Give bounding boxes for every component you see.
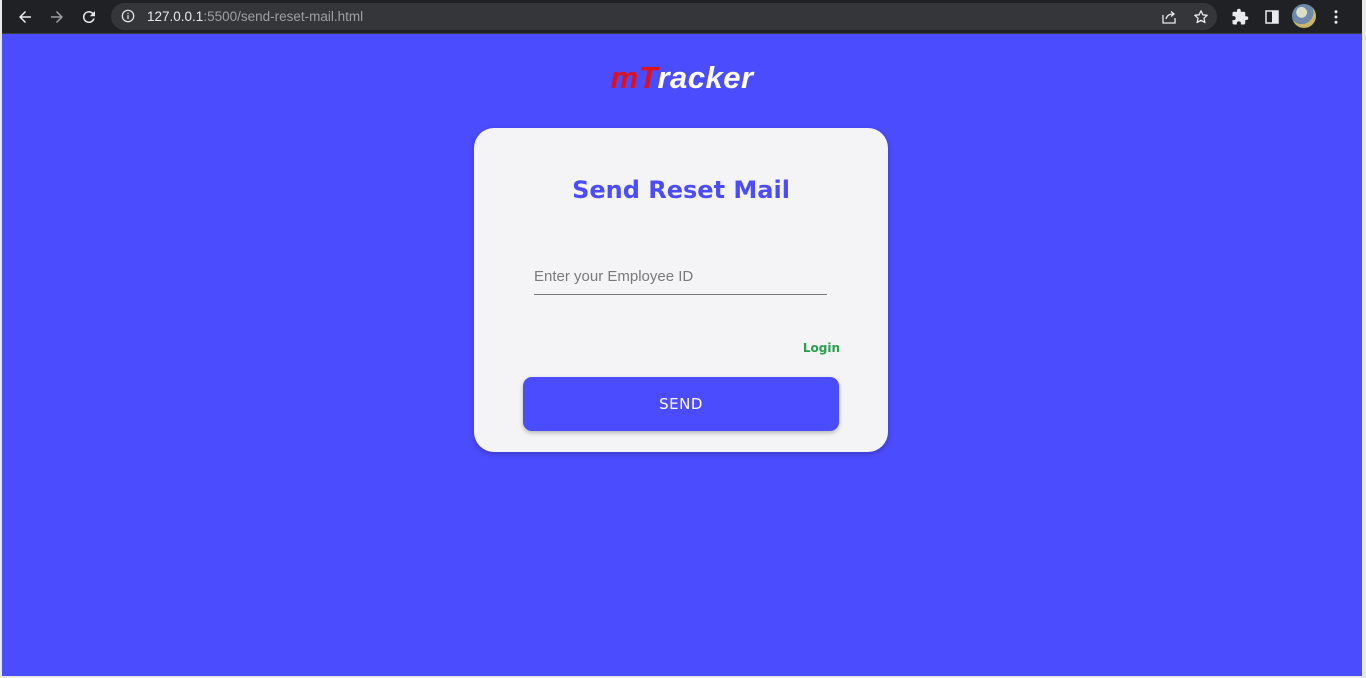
page-title: Send Reset Mail: [572, 176, 790, 204]
side-panel-icon[interactable]: [1259, 4, 1285, 30]
logo-part-racker: racker: [657, 60, 754, 95]
mtracker-logo: mTracker: [2, 60, 1362, 96]
reload-icon[interactable]: [76, 4, 102, 30]
profile-avatar[interactable]: [1292, 4, 1316, 28]
star-icon[interactable]: [1191, 7, 1211, 27]
extensions-icon[interactable]: [1227, 4, 1253, 30]
browser-toolbar: 127.0.0.1:5500/send-reset-mail.html: [2, 0, 1362, 34]
info-icon[interactable]: [120, 8, 136, 24]
back-arrow-icon[interactable]: [12, 4, 38, 30]
forward-arrow-icon[interactable]: [44, 4, 70, 30]
reset-mail-card: Send Reset Mail Login SEND: [474, 128, 888, 452]
login-link[interactable]: Login: [803, 341, 840, 355]
url-host: 127.0.0.1: [147, 9, 204, 24]
employee-id-input[interactable]: [534, 258, 827, 295]
send-button[interactable]: SEND: [523, 377, 839, 431]
share-icon[interactable]: [1159, 7, 1179, 27]
menu-icon[interactable]: [1323, 4, 1349, 30]
address-bar[interactable]: 127.0.0.1:5500/send-reset-mail.html: [111, 3, 1217, 30]
logo-part-m: m: [610, 60, 639, 95]
url-path: :5500/send-reset-mail.html: [203, 9, 364, 24]
logo-part-t: T: [638, 60, 658, 95]
browser-window: 127.0.0.1:5500/send-reset-mail.html mTra…: [2, 0, 1362, 676]
url-text: 127.0.0.1:5500/send-reset-mail.html: [147, 9, 363, 24]
